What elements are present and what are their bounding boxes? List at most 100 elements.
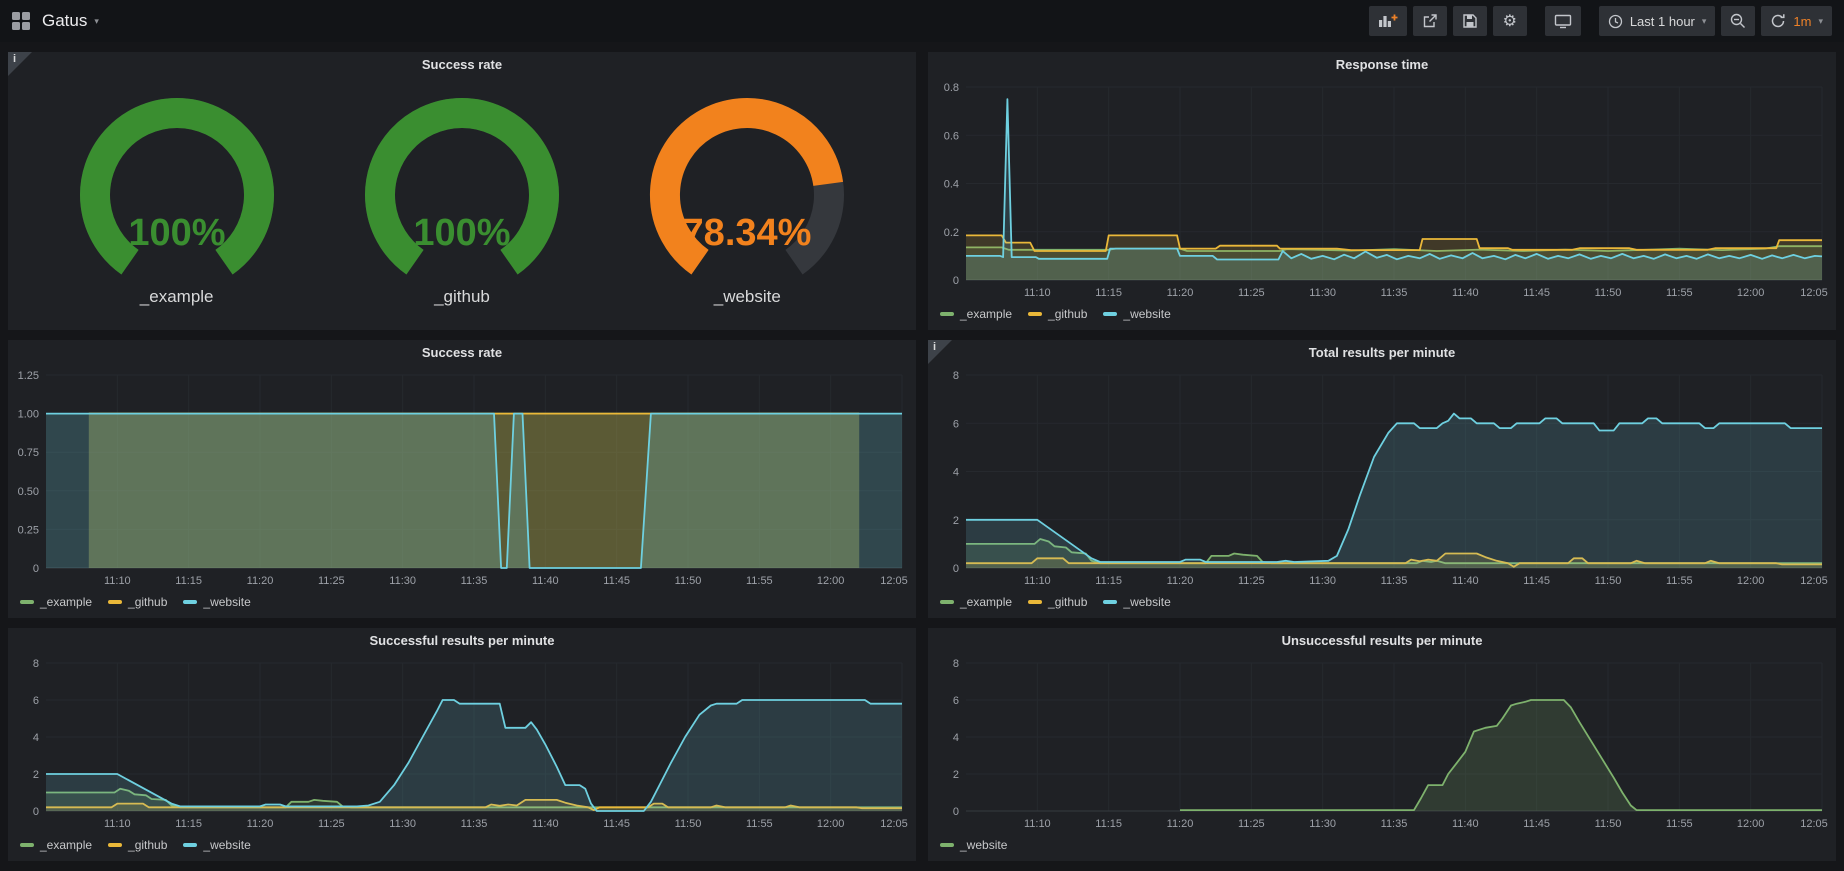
tv-monitor-icon: [1554, 13, 1572, 29]
response-time-chart[interactable]: 00.20.40.60.811:1011:1511:2011:2511:3011…: [928, 77, 1836, 302]
svg-text:8: 8: [33, 658, 39, 670]
legend-item-_website[interactable]: _website: [183, 595, 250, 609]
dashboard-title-dropdown[interactable]: Gatus ▾: [42, 11, 99, 31]
gauge-_example: 100%_example: [47, 93, 307, 307]
success-rate-chart[interactable]: 00.250.500.751.001.2511:1011:1511:2011:2…: [8, 365, 916, 590]
svg-text:11:15: 11:15: [175, 818, 202, 830]
legend-label: _github: [128, 838, 167, 852]
legend-item-_example[interactable]: _example: [940, 307, 1012, 321]
svg-text:0.75: 0.75: [18, 447, 39, 459]
legend-swatch: [108, 843, 122, 847]
svg-text:0: 0: [33, 563, 39, 575]
chart-legend: _example _github _website: [928, 302, 1836, 330]
panel-title[interactable]: Successful results per minute: [8, 628, 916, 653]
share-button[interactable]: [1413, 6, 1447, 36]
panel-unsuccessful-results: Unsuccessful results per minute 0246811:…: [928, 628, 1836, 861]
panel-title[interactable]: Response time: [928, 52, 1836, 77]
chart-legend: _example _github _website: [8, 833, 916, 861]
svg-text:0: 0: [953, 806, 959, 818]
panel-title[interactable]: Total results per minute: [928, 340, 1836, 365]
svg-text:11:25: 11:25: [318, 575, 345, 587]
svg-text:2: 2: [953, 515, 959, 527]
gauge-label: _website: [714, 287, 781, 307]
svg-text:11:55: 11:55: [746, 818, 773, 830]
svg-text:11:20: 11:20: [1167, 575, 1194, 587]
legend-swatch: [1103, 600, 1117, 604]
svg-text:11:55: 11:55: [746, 575, 773, 587]
panel-info-icon[interactable]: [928, 340, 952, 364]
total-results-chart[interactable]: 0246811:1011:1511:2011:2511:3011:3511:40…: [928, 365, 1836, 590]
gauge-label: _github: [434, 287, 490, 307]
panel-title[interactable]: Unsuccessful results per minute: [928, 628, 1836, 653]
svg-text:11:45: 11:45: [1523, 287, 1550, 299]
svg-text:11:35: 11:35: [1381, 287, 1408, 299]
apps-grid-icon[interactable]: [12, 12, 30, 30]
svg-text:0: 0: [953, 563, 959, 575]
panel-info-icon[interactable]: [8, 52, 32, 76]
add-panel-button[interactable]: [1369, 6, 1407, 36]
legend-item-_github[interactable]: _github: [108, 838, 167, 852]
legend-item-_github[interactable]: _github: [1028, 307, 1087, 321]
chart-area[interactable]: 0246811:1011:1511:2011:2511:3011:3511:40…: [928, 653, 1836, 833]
svg-text:11:25: 11:25: [1238, 575, 1265, 587]
settings-button[interactable]: ⚙: [1493, 6, 1527, 36]
svg-text:11:45: 11:45: [603, 818, 630, 830]
svg-text:2: 2: [953, 769, 959, 781]
chart-area[interactable]: 0246811:1011:1511:2011:2511:3011:3511:40…: [928, 365, 1836, 590]
legend-label: _example: [40, 838, 92, 852]
legend-item-_github[interactable]: _github: [1028, 595, 1087, 609]
svg-text:11:40: 11:40: [1452, 287, 1479, 299]
svg-text:0.4: 0.4: [944, 179, 959, 191]
panel-title[interactable]: Success rate: [8, 52, 916, 77]
svg-text:12:00: 12:00: [1737, 287, 1765, 299]
svg-text:11:40: 11:40: [532, 818, 559, 830]
legend-label: _github: [1048, 595, 1087, 609]
svg-text:11:50: 11:50: [675, 818, 702, 830]
refresh-picker[interactable]: 1m ▾: [1761, 6, 1832, 36]
chevron-down-icon: ▾: [1818, 16, 1823, 27]
svg-text:12:00: 12:00: [1737, 818, 1765, 830]
legend-item-_example[interactable]: _example: [20, 838, 92, 852]
svg-text:11:55: 11:55: [1666, 575, 1693, 587]
gauge-value: 100%: [128, 212, 225, 254]
svg-text:0.50: 0.50: [18, 486, 39, 498]
legend-label: _website: [203, 838, 250, 852]
successful-results-chart[interactable]: 0246811:1011:1511:2011:2511:3011:3511:40…: [8, 653, 916, 833]
top-navbar: Gatus ▾ ⚙: [0, 0, 1844, 42]
svg-text:8: 8: [953, 658, 959, 670]
legend-item-_website[interactable]: _website: [183, 838, 250, 852]
save-button[interactable]: [1453, 6, 1487, 36]
svg-text:11:45: 11:45: [603, 575, 630, 587]
svg-text:11:25: 11:25: [1238, 818, 1265, 830]
chart-legend: _example _github _website: [928, 590, 1836, 618]
svg-text:11:35: 11:35: [461, 575, 488, 587]
legend-item-_website[interactable]: _website: [1103, 595, 1170, 609]
legend-label: _example: [960, 307, 1012, 321]
legend-swatch: [20, 843, 34, 847]
chart-area[interactable]: 00.20.40.60.811:1011:1511:2011:2511:3011…: [928, 77, 1836, 302]
legend-item-_github[interactable]: _github: [108, 595, 167, 609]
svg-text:12:05: 12:05: [1800, 287, 1828, 299]
svg-text:11:50: 11:50: [1595, 575, 1622, 587]
time-range-picker[interactable]: Last 1 hour ▾: [1599, 6, 1716, 36]
legend-item-_example[interactable]: _example: [940, 595, 1012, 609]
svg-text:11:55: 11:55: [1666, 818, 1693, 830]
legend-swatch: [1103, 312, 1117, 316]
cycle-view-button[interactable]: [1545, 6, 1581, 36]
chart-area[interactable]: 00.250.500.751.001.2511:1011:1511:2011:2…: [8, 365, 916, 590]
svg-text:12:05: 12:05: [1800, 818, 1828, 830]
svg-text:11:20: 11:20: [1167, 287, 1194, 299]
legend-item-_website[interactable]: _website: [1103, 307, 1170, 321]
legend-item-_example[interactable]: _example: [20, 595, 92, 609]
gauge-arc: 78.34%: [617, 93, 877, 289]
svg-text:11:40: 11:40: [532, 575, 559, 587]
unsuccessful-results-chart[interactable]: 0246811:1011:1511:2011:2511:3011:3511:40…: [928, 653, 1836, 833]
legend-item-_website[interactable]: _website: [940, 838, 1007, 852]
legend-label: _github: [128, 595, 167, 609]
add-panel-icon: [1378, 13, 1398, 29]
chart-area[interactable]: 0246811:1011:1511:2011:2511:3011:3511:40…: [8, 653, 916, 833]
svg-text:11:55: 11:55: [1666, 287, 1693, 299]
panel-successful-results: Successful results per minute 0246811:10…: [8, 628, 916, 861]
panel-title[interactable]: Success rate: [8, 340, 916, 365]
zoom-out-button[interactable]: [1721, 6, 1755, 36]
